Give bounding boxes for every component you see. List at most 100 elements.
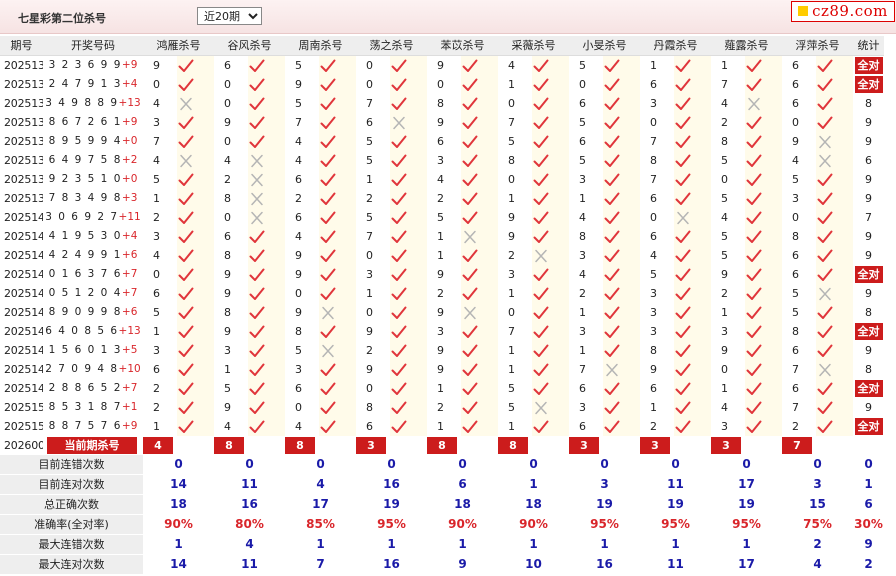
period-select[interactable]: 近20期 — [197, 7, 262, 25]
check-icon — [391, 230, 407, 243]
current-kill-number: 8 — [214, 436, 285, 455]
stats-value: 0 — [458, 457, 467, 472]
draw-digits: 3 4 9 8 8 9 — [45, 97, 119, 109]
check-icon — [675, 268, 691, 281]
check-icon — [462, 382, 478, 395]
current-kill-number: 7 — [782, 436, 853, 455]
kill-number-cell: 9 — [224, 116, 231, 129]
current-kill-number: 3 — [711, 436, 782, 455]
table-row: 20251397 8 3 4 9 8+318222116539 — [0, 189, 884, 208]
kill-number-cell: 4 — [295, 135, 302, 148]
draw-digits: 8 8 7 5 7 6 — [48, 420, 122, 432]
check-icon — [675, 116, 691, 129]
kill-number-cell: 5 — [579, 59, 586, 72]
kill-number-cell: 4 — [721, 211, 728, 224]
hit-mark-cell — [745, 55, 782, 75]
stats-value: 0 — [742, 457, 751, 472]
table-row: 20251492 8 8 6 5 2+72560156616全对 — [0, 379, 884, 398]
hit-mark-cell — [319, 322, 356, 341]
column-header-expert[interactable]: 苯苡杀号 — [427, 36, 498, 56]
column-header-expert[interactable]: 谷风杀号 — [214, 36, 285, 56]
kill-number-cell: 1 — [508, 287, 515, 300]
stats-value: 3 — [813, 477, 822, 491]
kill-number-cell: 1 — [508, 192, 515, 205]
kill-number-cell: 2 — [366, 192, 373, 205]
kill-number-cell: 9 — [508, 211, 515, 224]
current-label-cell: 当前期杀号 — [43, 436, 143, 455]
brand-logo[interactable]: cz89.com — [791, 1, 895, 22]
stats-total: 2 — [864, 557, 873, 571]
column-header-expert[interactable]: 小旻杀号 — [569, 36, 640, 56]
hit-mark-cell — [745, 303, 782, 322]
cross-icon — [819, 154, 831, 168]
check-icon — [746, 306, 762, 319]
stats-value: 10 — [525, 557, 542, 571]
stats-row: 目前连对次数 14 11 4 16 6 1 3 11 17 3 1 — [0, 474, 884, 495]
current-kill-number: 3 — [356, 436, 427, 455]
draw-number-cell: 8 9 0 9 9 8+6 — [43, 303, 143, 322]
check-icon — [391, 420, 407, 433]
check-icon — [178, 249, 194, 262]
kill-number-cell: 9 — [295, 78, 302, 91]
hit-mark-cell — [177, 246, 214, 265]
kill-number-cell: 8 — [721, 135, 728, 148]
kill-number-cell: 0 — [366, 78, 373, 91]
table-row: 20251458 9 0 9 9 8+658909013158 — [0, 303, 884, 322]
check-icon — [462, 268, 478, 281]
issue-cell: 2025146 — [4, 325, 43, 338]
column-header-expert[interactable]: 丹霞杀号 — [640, 36, 711, 56]
hit-mark-cell — [390, 227, 427, 246]
column-header-expert[interactable]: 采薇杀号 — [498, 36, 569, 56]
column-header-expert[interactable]: 浮萍杀号 — [782, 36, 853, 56]
column-header-expert[interactable]: 鸿雁杀号 — [143, 36, 214, 56]
kill-number-cell: 4 — [650, 249, 657, 262]
check-icon — [391, 401, 407, 414]
hit-mark-cell — [390, 265, 427, 284]
check-icon — [746, 268, 762, 281]
stats-value: 0 — [245, 457, 254, 472]
draw-digits: 2 8 8 6 5 2 — [48, 382, 122, 394]
kill-number-cell: 9 — [437, 59, 444, 72]
draw-digits: 2 4 7 9 1 3 — [48, 78, 122, 90]
kill-number-cell: 7 — [650, 135, 657, 148]
table-row: 20251403 0 6 9 2 7+11 2 0 6 5 5 9 4 0 4 0 7 — [0, 208, 884, 227]
hit-mark-cell — [461, 189, 498, 208]
hit-mark-cell — [319, 417, 356, 436]
kill-number-cell: 6 — [224, 59, 231, 72]
kill-number-cell: 0 — [437, 78, 444, 91]
check-icon — [249, 59, 265, 72]
column-header-expert[interactable]: 薤露杀号 — [711, 36, 782, 56]
cross-icon — [748, 97, 760, 111]
check-icon — [675, 173, 691, 186]
miss-mark-cell — [816, 151, 853, 170]
hit-mark-cell — [816, 246, 853, 265]
column-header-expert[interactable]: 周南杀号 — [285, 36, 356, 56]
kill-number-cell: 4 — [295, 230, 302, 243]
hit-mark-cell — [319, 265, 356, 284]
hit-mark-cell — [532, 151, 569, 170]
column-header-expert[interactable]: 荡之杀号 — [356, 36, 427, 56]
hit-mark-cell — [603, 303, 640, 322]
check-icon — [604, 135, 620, 148]
kill-number-cell: 5 — [153, 306, 160, 319]
hit-mark-cell — [461, 379, 498, 398]
stats-value: 11 — [667, 557, 684, 571]
check-icon — [817, 211, 833, 224]
hit-mark-cell — [177, 113, 214, 132]
kill-number-cell: 6 — [295, 173, 302, 186]
hit-mark-cell — [603, 208, 640, 227]
kill-number-cell: 6 — [650, 230, 657, 243]
kill-number-cell: 6 — [153, 287, 160, 300]
column-header-draw: 开奖号码 — [43, 36, 143, 56]
draw-sum: +2 — [121, 154, 138, 166]
stats-value: 18 — [454, 497, 471, 511]
kill-number-cell: 6 — [792, 59, 799, 72]
kill-number-cell: 3 — [579, 249, 586, 262]
row-stat-cell: 9 — [865, 249, 872, 262]
hit-mark-cell — [816, 417, 853, 436]
hit-mark-cell — [816, 265, 853, 284]
kill-number-cell: 3 — [508, 268, 515, 281]
draw-sum: +4 — [121, 230, 138, 242]
issue-cell: 2025139 — [4, 192, 43, 205]
check-icon — [675, 249, 691, 262]
